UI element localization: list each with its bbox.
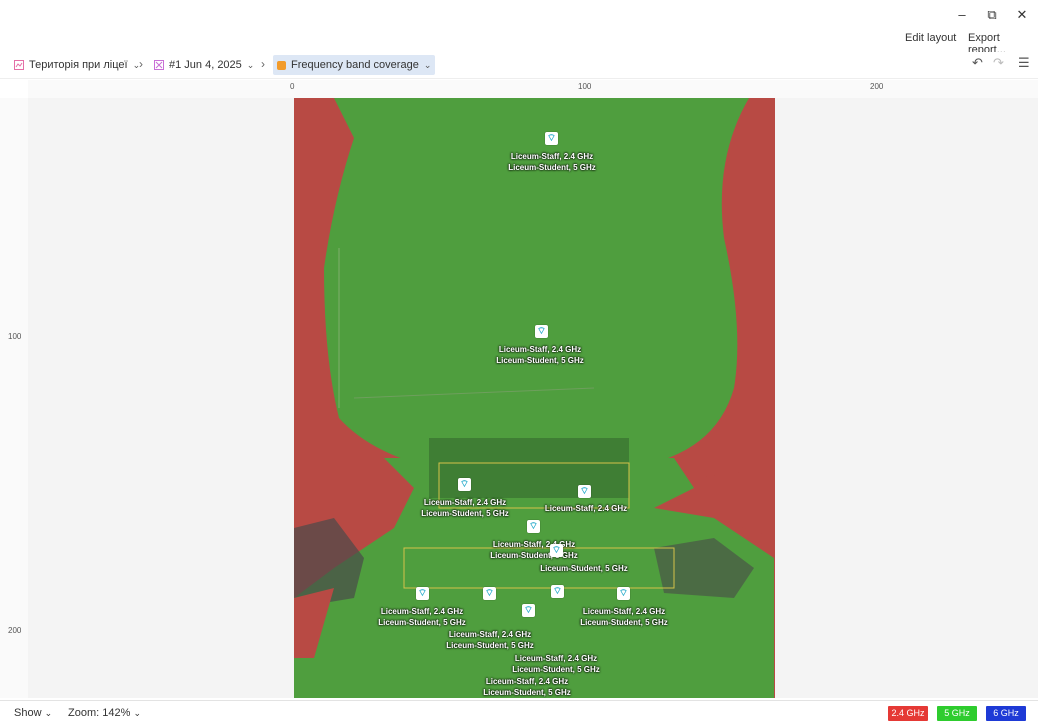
access-point-icon[interactable]: ⌔ — [617, 587, 630, 600]
access-point-label: Liceum-Staff, 2.4 GHz Liceum-Student, 5 G… — [508, 152, 596, 172]
access-point-icon[interactable]: ⌔ — [522, 604, 535, 617]
redo-icon[interactable]: ↷ — [993, 55, 1004, 71]
access-point-label: Liceum-Staff, 2.4 GHz Liceum-Student, 5 G… — [421, 498, 509, 518]
edit-layout-button[interactable]: Edit layout — [905, 32, 956, 44]
access-point-icon[interactable]: ⌔ — [527, 520, 540, 533]
show-dropdown[interactable]: Show ⌄ — [14, 707, 52, 719]
access-point-icon[interactable]: ⌔ — [416, 587, 429, 600]
breadcrumb-survey[interactable]: #1 Jun 4, 2025 ⌄ — [150, 55, 258, 75]
restore-button[interactable]: ⧉ — [977, 6, 1007, 24]
access-point-label: Liceum-Staff, 2.4 GHz — [544, 504, 628, 513]
access-point-icon[interactable]: ⌔ — [545, 132, 558, 145]
chevron-down-icon: ⌄ — [44, 708, 53, 718]
access-point-icon[interactable]: ⌔ — [535, 325, 548, 338]
map-canvas[interactable]: ⌔ Liceum-Staff, 2.4 GHz Liceum-Student, 5… — [28, 98, 1038, 698]
band-5ghz-toggle[interactable]: 5 GHz — [937, 706, 977, 721]
breadcrumb-view-label: Frequency band coverage — [291, 59, 419, 71]
ruler-label: 100 — [8, 332, 22, 341]
breadcrumb-survey-label: #1 Jun 4, 2025 — [169, 59, 242, 71]
access-point-icon[interactable]: ⌔ — [550, 544, 563, 557]
access-point-label: Liceum-Staff, 2.4 GHz Liceum-Student, 5 G… — [483, 677, 571, 697]
breadcrumb-site-label: Територія при ліцеї — [29, 59, 128, 71]
band-6ghz-toggle[interactable]: 6 GHz — [986, 706, 1026, 721]
ruler-label: 200 — [870, 82, 884, 91]
breadcrumb-view[interactable]: Frequency band coverage ⌄ — [273, 55, 436, 75]
minimize-button[interactable]: – — [947, 6, 977, 24]
breadcrumb: Територія при ліцеї ⌄ › #1 Jun 4, 2025 ⌄… — [0, 52, 1038, 79]
chevron-right-icon: › — [261, 57, 265, 71]
ruler-label: 0 — [290, 82, 295, 91]
undo-icon[interactable]: ↶ — [972, 55, 983, 71]
breadcrumb-site[interactable]: Територія при ліцеї ⌄ — [10, 55, 144, 75]
horizontal-ruler: 0 100 200 — [28, 80, 1038, 99]
access-point-label: Liceum-Staff, 2.4 GHz Liceum-Student, 5 G… — [378, 607, 466, 627]
chevron-down-icon: ⌄ — [423, 60, 432, 70]
coverage-map[interactable]: ⌔ Liceum-Staff, 2.4 GHz Liceum-Student, 5… — [294, 98, 775, 698]
access-point-icon[interactable]: ⌔ — [578, 485, 591, 498]
close-button[interactable]: ✕ — [1007, 6, 1037, 24]
access-point-label: Liceum-Staff, 2.4 GHz Liceum-Student, 5 G… — [512, 654, 600, 674]
access-point-icon[interactable]: ⌔ — [458, 478, 471, 491]
access-point-label: Liceum-Staff, 2.4 GHz Liceum-Student, 5 G… — [446, 630, 534, 650]
ruler-label: 100 — [578, 82, 592, 91]
access-point-label: Liceum-Student, 5 GHz — [540, 564, 628, 573]
survey-icon — [154, 60, 164, 70]
access-point-label: Liceum-Staff, 2.4 GHz Liceum-Student, 5 G… — [490, 540, 578, 560]
ruler-label: 200 — [8, 626, 22, 635]
access-point-label: Liceum-Staff, 2.4 GHz Liceum-Student, 5 G… — [580, 607, 668, 627]
access-point-label: Liceum-Staff, 2.4 GHz Liceum-Student, 5 G… — [496, 345, 584, 365]
vertical-ruler: 100 200 — [0, 98, 29, 698]
site-map-icon — [14, 60, 24, 70]
chevron-down-icon: ⌄ — [246, 60, 255, 70]
access-point-icon[interactable]: ⌔ — [483, 587, 496, 600]
settings-sliders-icon[interactable]: ☰ — [1018, 55, 1030, 71]
chevron-right-icon: › — [139, 57, 143, 71]
title-bar: – ⧉ ✕ Edit layout Export report... — [0, 0, 1038, 56]
chevron-down-icon: ⌄ — [133, 708, 141, 718]
band-2-4ghz-toggle[interactable]: 2.4 GHz — [888, 706, 928, 721]
zoom-dropdown[interactable]: Zoom: 142% ⌄ — [68, 707, 141, 719]
status-bar: Show ⌄ Zoom: 142% ⌄ 2.4 GHz 5 GHz 6 GHz — [0, 700, 1038, 725]
view-color-icon — [277, 60, 286, 70]
access-point-icon[interactable]: ⌔ — [551, 585, 564, 598]
